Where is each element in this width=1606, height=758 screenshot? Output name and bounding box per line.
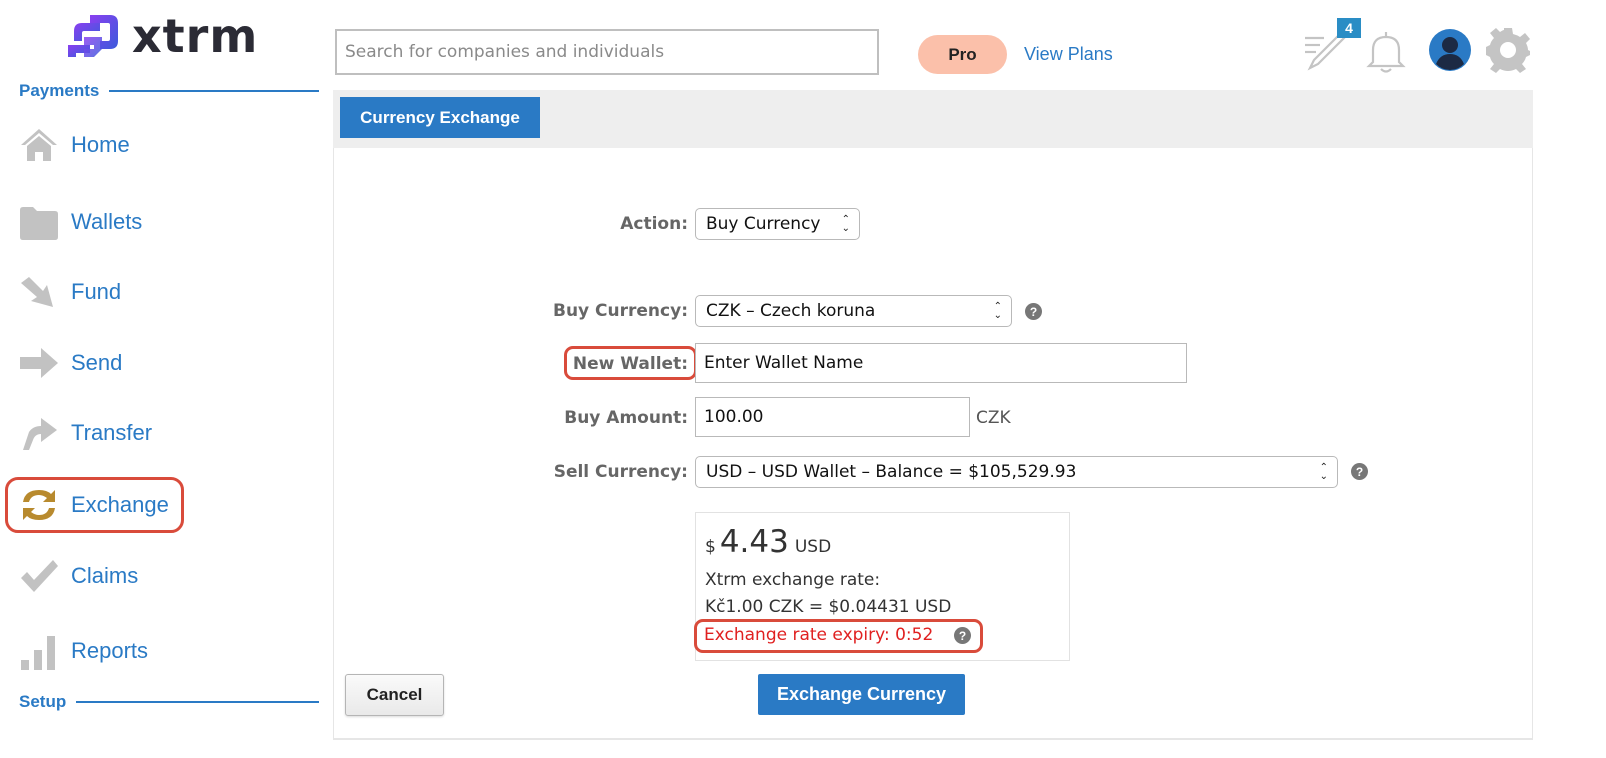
expiry-help-icon[interactable]: ? (954, 627, 971, 644)
exchange-rate-label: Xtrm exchange rate: (705, 570, 881, 590)
checkmark-icon (18, 555, 60, 597)
sidebar-item-label: Reports (71, 638, 149, 663)
sidebar-item-transfer[interactable]: Transfer (18, 409, 183, 457)
exchange-rate-value: Kč1.00 CZK = $0.04431 USD (705, 597, 952, 617)
sell-currency-help-icon[interactable]: ? (1351, 463, 1368, 480)
quote-unit: USD (794, 537, 832, 557)
bell-icon[interactable] (1365, 28, 1407, 74)
quote-amount: 4.43 (719, 524, 789, 560)
section-divider (76, 701, 319, 703)
home-icon (18, 124, 60, 166)
new-wallet-input[interactable]: Enter Wallet Name (695, 343, 1187, 383)
sidebar-item-send[interactable]: Send (18, 339, 183, 387)
sidebar-item-claims[interactable]: Claims (18, 552, 183, 600)
buy-amount-label: Buy Amount: (564, 408, 688, 428)
brand-name: xtrm (132, 9, 259, 63)
bar-chart-icon (18, 630, 60, 672)
sell-currency-value: USD – USD Wallet – Balance = $105,529.93 (706, 462, 1077, 482)
xtrm-logo-mark-icon (68, 15, 118, 57)
buy-currency-value: CZK – Czech koruna (706, 301, 876, 321)
sidebar-item-label: Claims (71, 563, 139, 588)
sidebar-item-label: Exchange (71, 492, 169, 517)
quote-amount-row: $4.43 USD (705, 524, 831, 560)
sidebar-item-label: Transfer (71, 420, 153, 445)
exchange-currency-button[interactable]: Exchange Currency (758, 674, 965, 715)
action-label: Action: (620, 214, 688, 234)
fund-arrow-icon (18, 271, 60, 313)
sidebar-item-exchange[interactable]: Exchange (5, 477, 184, 533)
exchange-icon (18, 484, 60, 526)
plan-badge: Pro (918, 35, 1007, 74)
sidebar-section-payments: Payments (19, 81, 319, 101)
sell-currency-label: Sell Currency: (553, 462, 688, 482)
action-select-value: Buy Currency (706, 214, 821, 234)
select-caret-icon: ⌃ ⌄ (841, 214, 850, 234)
buy-currency-label: Buy Currency: (553, 301, 688, 321)
sidebar-item-fund[interactable]: Fund (18, 268, 183, 316)
buy-amount-input[interactable]: 100.00 (695, 397, 970, 437)
action-select[interactable]: Buy Currency ⌃ ⌄ (695, 208, 860, 240)
select-caret-icon: ⌃ ⌄ (993, 301, 1002, 321)
new-wallet-label: New Wallet: (572, 354, 688, 374)
sidebar-item-home[interactable]: Home (18, 121, 183, 169)
buy-amount-unit: CZK (976, 408, 1011, 428)
cancel-button[interactable]: Cancel (345, 674, 444, 716)
sidebar-item-label: Fund (71, 279, 122, 304)
quote-currency-symbol: $ (705, 537, 716, 557)
sidebar-item-label: Wallets (71, 209, 143, 234)
gear-icon[interactable] (1484, 26, 1532, 74)
exchange-rate-expiry: Exchange rate expiry: 0:52 (704, 625, 934, 645)
buy-currency-help-icon[interactable]: ? (1025, 303, 1042, 320)
section-divider (109, 90, 319, 92)
folder-icon (18, 201, 60, 243)
buy-currency-select[interactable]: CZK – Czech koruna ⌃ ⌄ (695, 295, 1012, 327)
select-caret-icon: ⌃ ⌄ (1319, 462, 1328, 482)
sell-currency-select[interactable]: USD – USD Wallet – Balance = $105,529.93… (695, 456, 1338, 488)
sidebar-item-label: Send (71, 350, 123, 375)
user-avatar-icon[interactable] (1428, 28, 1472, 72)
sidebar-item-reports[interactable]: Reports (18, 627, 183, 675)
sidebar-item-label: Home (71, 132, 130, 157)
section-label: Setup (19, 692, 67, 711)
transfer-arrow-icon (18, 412, 60, 454)
search-input[interactable] (335, 29, 879, 75)
section-label: Payments (19, 81, 100, 100)
sidebar-item-wallets[interactable]: Wallets (18, 198, 183, 246)
tab-currency-exchange[interactable]: Currency Exchange (340, 97, 540, 138)
view-plans-link[interactable]: View Plans (1024, 44, 1113, 65)
sidebar-section-setup: Setup (19, 692, 319, 712)
xtrm-logo[interactable]: xtrm (66, 8, 258, 64)
send-arrow-icon (18, 342, 60, 384)
notification-count-badge: 4 (1337, 18, 1361, 38)
